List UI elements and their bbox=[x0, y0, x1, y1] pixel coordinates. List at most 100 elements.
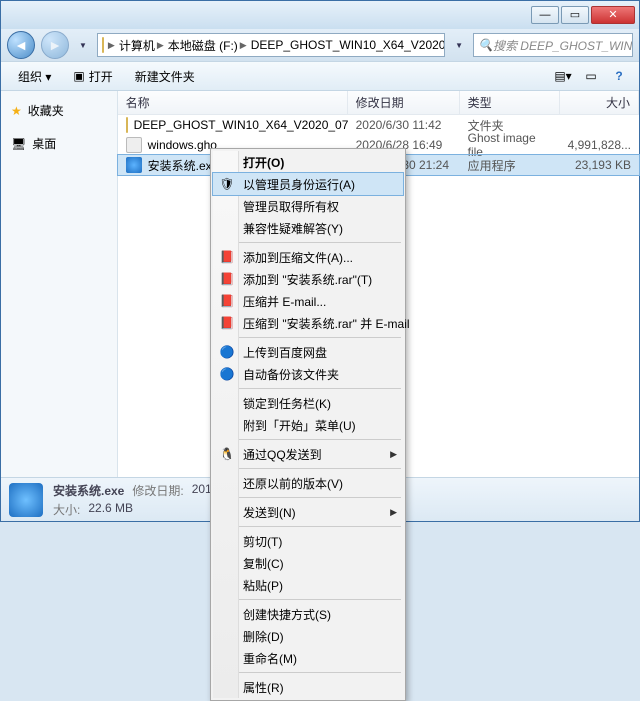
sidebar-favorites[interactable]: ★收藏夹 bbox=[7, 99, 111, 122]
context-menu-item[interactable]: 📕 压缩并 E-mail... bbox=[213, 290, 403, 312]
context-menu-item[interactable]: 📕 添加到 "安装系统.rar"(T) bbox=[213, 268, 403, 290]
menu-label: 管理员取得所有权 bbox=[243, 198, 339, 215]
menu-label: 兼容性疑难解答(Y) bbox=[243, 220, 343, 237]
open-button[interactable]: ▣打开 bbox=[64, 64, 121, 89]
context-menu-item[interactable]: 发送到(N) ▶ bbox=[213, 501, 403, 523]
col-name[interactable]: 名称 bbox=[118, 91, 348, 114]
menu-label: 上传到百度网盘 bbox=[243, 344, 327, 361]
file-size: 4,991,828... bbox=[560, 138, 639, 152]
file-row[interactable]: DEEP_GHOST_WIN10_X64_V2020_072020/6/30 1… bbox=[118, 115, 639, 135]
context-menu: 打开(O) 🛡 以管理员身份运行(A) 管理员取得所有权兼容性疑难解答(Y) 📕 添加到压… bbox=[210, 148, 406, 701]
menu-label: 剪切(T) bbox=[243, 533, 282, 550]
context-menu-item[interactable]: 粘贴(P) bbox=[213, 574, 403, 596]
menu-label: 打开(O) bbox=[243, 154, 284, 171]
context-menu-item[interactable]: 附到「开始」菜单(U) bbox=[213, 414, 403, 436]
context-menu-item[interactable]: 删除(D) bbox=[213, 625, 403, 647]
menu-label: 压缩并 E-mail... bbox=[243, 293, 326, 310]
file-date: 2020/6/30 11:42 bbox=[348, 118, 460, 132]
menu-label: 复制(C) bbox=[243, 555, 284, 572]
rar-icon: 📕 bbox=[219, 249, 235, 265]
file-type: Ghost image file bbox=[460, 131, 560, 159]
new-folder-button[interactable]: 新建文件夹 bbox=[126, 64, 204, 89]
status-filename: 安装系统.exe bbox=[53, 482, 124, 499]
context-menu-item[interactable]: 管理员取得所有权 bbox=[213, 195, 403, 217]
menu-label: 属性(R) bbox=[243, 679, 284, 696]
titlebar: — ▭ ✕ bbox=[1, 1, 639, 29]
context-menu-item[interactable]: 剪切(T) bbox=[213, 530, 403, 552]
exe-icon bbox=[126, 157, 142, 173]
file-name: DEEP_GHOST_WIN10_X64_V2020_07 bbox=[134, 118, 349, 132]
context-menu-item[interactable]: 还原以前的版本(V) bbox=[213, 472, 403, 494]
file-name: windows.gho bbox=[148, 138, 217, 152]
qq-icon: 🐧 bbox=[219, 446, 235, 462]
view-options-button[interactable]: ▤▾ bbox=[551, 65, 575, 87]
menu-label: 添加到 "安装系统.rar"(T) bbox=[243, 271, 372, 288]
toolbar: 组织 ▾ ▣打开 新建文件夹 ▤▾ ▭ ? bbox=[1, 61, 639, 91]
status-size: 22.6 MB bbox=[88, 501, 133, 518]
rar-icon: 📕 bbox=[219, 293, 235, 309]
context-menu-item[interactable]: 打开(O) bbox=[213, 151, 403, 173]
menu-label: 以管理员身份运行(A) bbox=[243, 176, 355, 193]
sidebar: ★收藏夹 🖥桌面 bbox=[1, 91, 118, 477]
file-name: 安装系统.exe bbox=[148, 157, 219, 174]
file-type: 应用程序 bbox=[460, 157, 560, 174]
search-input[interactable]: 🔍 搜索 DEEP_GHOST_WIN10_X64_V2... bbox=[473, 33, 633, 57]
open-icon: ▣ bbox=[73, 69, 84, 83]
context-menu-item[interactable]: 锁定到任务栏(K) bbox=[213, 392, 403, 414]
menu-label: 自动备份该文件夹 bbox=[243, 366, 339, 383]
preview-pane-button[interactable]: ▭ bbox=[579, 65, 603, 87]
star-icon: ★ bbox=[11, 104, 22, 118]
menu-label: 重命名(M) bbox=[243, 650, 297, 667]
rar-icon: 📕 bbox=[219, 315, 235, 331]
address-bar[interactable]: ▶ 计算机▶ 本地磁盘 (F:)▶ DEEP_GHOST_WIN10_X64_V… bbox=[97, 33, 445, 57]
gho-icon bbox=[126, 137, 142, 153]
help-button[interactable]: ? bbox=[607, 65, 631, 87]
rar-icon: 📕 bbox=[219, 271, 235, 287]
navbar: ◄ ► ▼ ▶ 计算机▶ 本地磁盘 (F:)▶ DEEP_GHOST_WIN10… bbox=[1, 29, 639, 61]
status-date-label: 修改日期: bbox=[132, 482, 183, 499]
col-size[interactable]: 大小 bbox=[560, 91, 639, 114]
baidu-icon: 🔵 bbox=[219, 344, 235, 360]
context-menu-item[interactable]: 🔵 自动备份该文件夹 bbox=[213, 363, 403, 385]
col-type[interactable]: 类型 bbox=[460, 91, 560, 114]
context-menu-item[interactable]: 🛡 以管理员身份运行(A) bbox=[213, 173, 403, 195]
history-dropdown[interactable]: ▼ bbox=[75, 41, 91, 50]
chevron-right-icon: ▶ bbox=[108, 40, 115, 51]
organize-button[interactable]: 组织 ▾ bbox=[9, 64, 60, 89]
context-menu-item[interactable]: 📕 添加到压缩文件(A)... bbox=[213, 246, 403, 268]
breadcrumb[interactable]: DEEP_GHOST_WIN10_X64_V2020_07▶ bbox=[251, 38, 445, 52]
shield-icon: 🛡 bbox=[219, 176, 235, 192]
context-menu-item[interactable]: 🔵 上传到百度网盘 bbox=[213, 341, 403, 363]
breadcrumb[interactable]: 本地磁盘 (F:)▶ bbox=[168, 37, 247, 54]
context-menu-item[interactable]: 复制(C) bbox=[213, 552, 403, 574]
baidu-icon: 🔵 bbox=[219, 366, 235, 382]
sidebar-desktop[interactable]: 🖥桌面 bbox=[7, 132, 111, 155]
context-menu-item[interactable]: 重命名(M) bbox=[213, 647, 403, 669]
maximize-button[interactable]: ▭ bbox=[561, 6, 589, 24]
menu-label: 发送到(N) bbox=[243, 504, 296, 521]
submenu-arrow-icon: ▶ bbox=[390, 449, 397, 460]
menu-label: 附到「开始」菜单(U) bbox=[243, 417, 356, 434]
breadcrumb[interactable]: 计算机▶ bbox=[119, 37, 164, 54]
submenu-arrow-icon: ▶ bbox=[390, 507, 397, 518]
menu-label: 还原以前的版本(V) bbox=[243, 475, 343, 492]
status-size-label: 大小: bbox=[53, 501, 80, 518]
context-menu-item[interactable]: 兼容性疑难解答(Y) bbox=[213, 217, 403, 239]
address-dropdown[interactable]: ▼ bbox=[451, 41, 467, 50]
col-date[interactable]: 修改日期 bbox=[348, 91, 460, 114]
menu-label: 粘贴(P) bbox=[243, 577, 283, 594]
forward-button[interactable]: ► bbox=[41, 31, 69, 59]
minimize-button[interactable]: — bbox=[531, 6, 559, 24]
exe-icon bbox=[9, 483, 43, 517]
menu-label: 添加到压缩文件(A)... bbox=[243, 249, 353, 266]
context-menu-item[interactable]: 属性(R) bbox=[213, 676, 403, 698]
search-icon: 🔍 bbox=[478, 38, 493, 52]
back-button[interactable]: ◄ bbox=[7, 31, 35, 59]
context-menu-item[interactable]: 🐧 通过QQ发送到 ▶ bbox=[213, 443, 403, 465]
menu-label: 压缩到 "安装系统.rar" 并 E-mail bbox=[243, 315, 410, 332]
context-menu-item[interactable]: 创建快捷方式(S) bbox=[213, 603, 403, 625]
desktop-icon: 🖥 bbox=[11, 137, 26, 151]
context-menu-item[interactable]: 📕压缩到 "安装系统.rar" 并 E-mail bbox=[213, 312, 403, 334]
menu-label: 通过QQ发送到 bbox=[243, 446, 322, 463]
close-button[interactable]: ✕ bbox=[591, 6, 635, 24]
